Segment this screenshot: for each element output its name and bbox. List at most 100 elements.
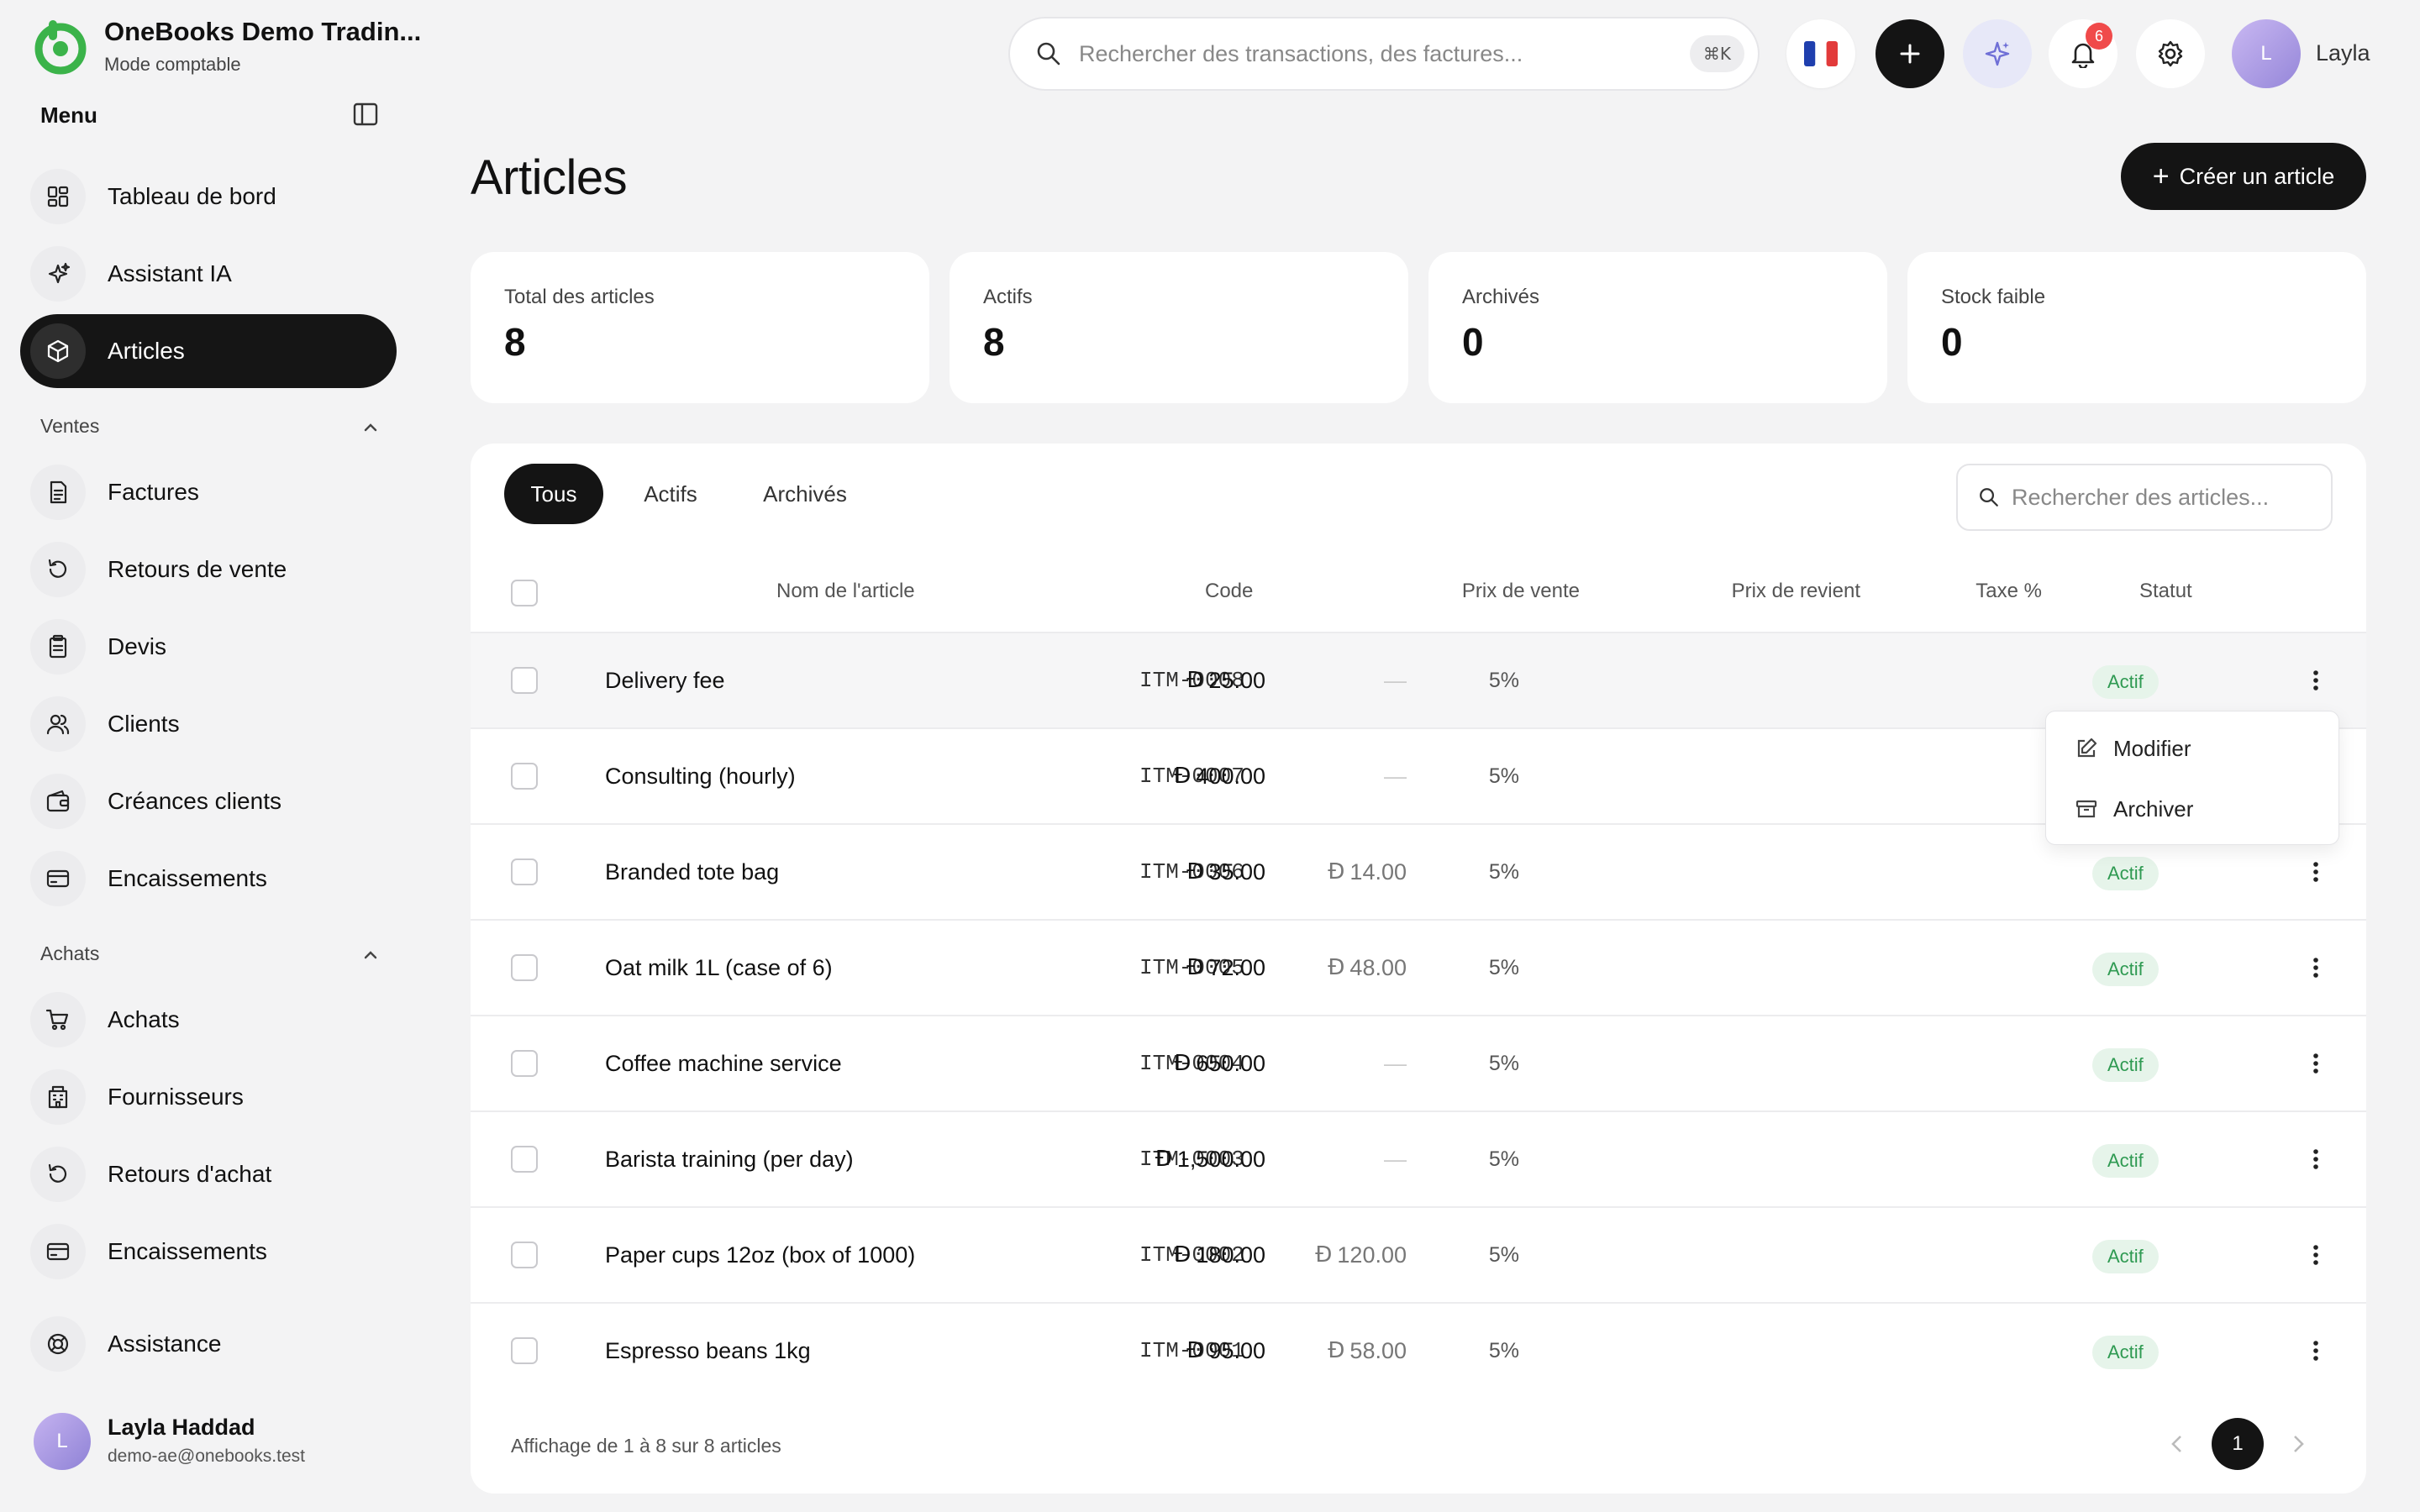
- quick-add-button[interactable]: [1876, 19, 1944, 88]
- next-page-icon[interactable]: [2286, 1431, 2311, 1457]
- select-all-checkbox[interactable]: [511, 580, 538, 606]
- notifications-button[interactable]: 6: [2049, 19, 2118, 88]
- item-name[interactable]: Espresso beans 1kg: [605, 1304, 811, 1398]
- wallet-icon-wrap: [30, 774, 86, 829]
- row-checkbox[interactable]: [511, 1146, 538, 1173]
- row-checkbox[interactable]: [511, 858, 538, 885]
- table-search-input[interactable]: [2012, 484, 2314, 511]
- sidebar-item-devis[interactable]: Devis: [20, 610, 397, 684]
- table-row[interactable]: Espresso beans 1kg ITM-0001 Đ 95.00 Đ 58.00 5%…: [471, 1302, 2366, 1398]
- tab-archives[interactable]: Archivés: [739, 464, 871, 524]
- tax-rate: 5%: [1488, 955, 1519, 979]
- sale-price-value: 25.00: [1208, 667, 1265, 693]
- sale-price-value: 400.00: [1196, 763, 1265, 789]
- stat-value: 8: [504, 320, 526, 364]
- cost-price: —: [1384, 1016, 1407, 1110]
- table-search[interactable]: [1956, 464, 2333, 531]
- current-page-button[interactable]: 1: [2212, 1418, 2264, 1470]
- more-vertical-icon[interactable]: [2302, 954, 2329, 981]
- top-user-name[interactable]: Layla: [2316, 40, 2370, 66]
- table-row[interactable]: Paper cups 12oz (box of 1000) ITM-0002 Đ 18…: [471, 1206, 2366, 1302]
- table-row[interactable]: Oat milk 1L (case of 6) ITM-0005 Đ 72.00 Đ 48…: [471, 919, 2366, 1015]
- more-vertical-icon[interactable]: [2302, 1050, 2329, 1077]
- sidebar-item-fournisseurs[interactable]: Fournisseurs: [20, 1060, 397, 1134]
- sparkle-icon-wrap: [30, 246, 86, 302]
- sale-price: Đ 95.00: [1186, 1304, 1265, 1398]
- status-badge: Actif: [2092, 1144, 2159, 1178]
- wallet-icon: [46, 790, 70, 812]
- tab-actifs[interactable]: Actifs: [618, 464, 723, 524]
- cost-price: —: [1384, 729, 1407, 823]
- global-search-input[interactable]: [1079, 40, 1667, 67]
- sidebar-item-encaissements[interactable]: Encaissements: [20, 1215, 397, 1289]
- language-flag-button[interactable]: [1786, 19, 1855, 88]
- more-vertical-icon[interactable]: [2302, 667, 2329, 694]
- sidebar-item-tableau-de-bord[interactable]: Tableau de bord: [20, 160, 397, 234]
- tab-tous[interactable]: Tous: [504, 464, 603, 524]
- column-header-code[interactable]: Code: [1205, 580, 1253, 603]
- archive-menu-item[interactable]: Archiver: [2046, 779, 2340, 839]
- chevron-up-icon[interactable]: [361, 418, 380, 437]
- table-row[interactable]: Barista training (per day) ITM-0003 Đ 1,500…: [471, 1110, 2366, 1206]
- create-article-button[interactable]: + Créer un article: [2121, 143, 2366, 210]
- item-name[interactable]: Branded tote bag: [605, 825, 779, 919]
- row-checkbox[interactable]: [511, 1242, 538, 1268]
- row-checkbox[interactable]: [511, 763, 538, 790]
- edit-icon: [2077, 738, 2097, 758]
- archive-icon: [2075, 800, 2097, 818]
- item-name[interactable]: Barista training (per day): [605, 1112, 854, 1206]
- row-checkbox[interactable]: [511, 667, 538, 694]
- settings-button[interactable]: [2136, 19, 2205, 88]
- sidebar-item-retours-de-vente[interactable]: Retours de vente: [20, 533, 397, 606]
- company-name[interactable]: OneBooks Demo Tradin...: [104, 17, 421, 47]
- sidebar-item-assistance[interactable]: Assistance: [20, 1307, 397, 1381]
- column-header-prix-de-vente[interactable]: Prix de vente: [1462, 580, 1580, 603]
- row-checkbox[interactable]: [511, 954, 538, 981]
- global-search[interactable]: ⌘K: [1008, 17, 1760, 91]
- sidebar-item-clients[interactable]: Clients: [20, 687, 397, 761]
- sidebar-item-factures[interactable]: Factures: [20, 455, 397, 529]
- sidebar-item-articles[interactable]: Articles: [20, 314, 397, 388]
- column-header-prix-de-revient[interactable]: Prix de revient: [1732, 580, 1860, 603]
- more-vertical-icon[interactable]: [2302, 1242, 2329, 1268]
- sidebar-item-assistant-ia[interactable]: Assistant IA: [20, 237, 397, 311]
- row-checkbox[interactable]: [511, 1050, 538, 1077]
- cart-icon-wrap: [30, 992, 86, 1047]
- column-header-taxe[interactable]: Taxe %: [1975, 580, 2042, 603]
- sidebar-item-creances-clients[interactable]: Créances clients: [20, 764, 397, 838]
- more-vertical-icon[interactable]: [2302, 1337, 2329, 1364]
- sidebar-item-achats[interactable]: Achats: [20, 983, 397, 1057]
- users-icon-wrap: [30, 696, 86, 752]
- ai-assistant-button[interactable]: [1963, 19, 2032, 88]
- brand-logo[interactable]: [32, 18, 89, 76]
- item-name[interactable]: Coffee machine service: [605, 1016, 842, 1110]
- stat-card-stock-faible: Stock faible 0: [1907, 252, 2366, 403]
- more-vertical-icon[interactable]: [2302, 858, 2329, 885]
- column-header-statut[interactable]: Statut: [2139, 580, 2192, 603]
- row-checkbox[interactable]: [511, 1337, 538, 1364]
- tax-rate: 5%: [1488, 1051, 1519, 1075]
- previous-page-icon[interactable]: [2165, 1431, 2190, 1457]
- column-header-nom-de-l-article[interactable]: Nom de l'article: [776, 580, 915, 603]
- sidebar-item-encaissements[interactable]: Encaissements: [20, 842, 397, 916]
- section-ventes[interactable]: Ventes: [40, 415, 99, 438]
- card-icon: [46, 869, 70, 888]
- building-icon-wrap: [30, 1069, 86, 1125]
- edit-menu-item[interactable]: Modifier: [2046, 718, 2340, 779]
- item-name[interactable]: Consulting (hourly): [605, 729, 796, 823]
- item-name[interactable]: Oat milk 1L (case of 6): [605, 921, 833, 1015]
- cost-price: Đ 120.00: [1315, 1208, 1407, 1302]
- top-user-avatar[interactable]: L: [2232, 19, 2301, 88]
- more-vertical-icon[interactable]: [2302, 1146, 2329, 1173]
- user-avatar[interactable]: L: [34, 1413, 91, 1470]
- table-row[interactable]: Coffee machine service ITM-0004 Đ 650.00—5%…: [471, 1015, 2366, 1110]
- sidebar-item-label: Assistance: [108, 1331, 222, 1357]
- sidebar-item-retours-d-achat[interactable]: Retours d'achat: [20, 1137, 397, 1211]
- item-name[interactable]: Delivery fee: [605, 633, 725, 727]
- box-icon-wrap: [30, 323, 86, 379]
- item-name[interactable]: Paper cups 12oz (box of 1000): [605, 1208, 915, 1302]
- section-achats[interactable]: Achats: [40, 942, 99, 965]
- sidebar-toggle-icon[interactable]: [353, 102, 381, 128]
- chevron-up-icon[interactable]: [361, 946, 380, 964]
- status-badge: Actif: [2092, 1240, 2159, 1273]
